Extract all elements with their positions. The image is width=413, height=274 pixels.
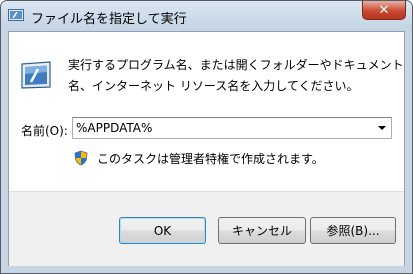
run-app-icon [8, 9, 24, 21]
chevron-down-icon[interactable] [378, 126, 386, 130]
open-combobox[interactable]: %APPDATA% [72, 117, 392, 139]
open-label: 名前(O): [21, 124, 68, 138]
run-app-icon [21, 61, 51, 89]
admin-privilege-note: このタスクは管理者特権で作成されます。 [97, 152, 324, 166]
dialog-client-area: 実行するプログラム名、または開くフォルダーやドキュメント 名、インターネット リ… [8, 31, 405, 266]
cancel-button[interactable]: キャンセル [218, 217, 306, 244]
browse-button[interactable]: 参照(B)... [310, 217, 396, 244]
close-icon: ✕ [378, 2, 390, 18]
uac-shield-icon [74, 150, 88, 166]
close-button[interactable]: ✕ [362, 1, 406, 20]
run-dialog-window: ファイル名を指定して実行 ✕ 実行するプログラム名、または開くフォルダーやドキュ… [0, 0, 413, 274]
open-input[interactable]: %APPDATA% [76, 121, 152, 135]
instructions-line-2: 名、インターネット リソース名を入力してください。 [68, 79, 359, 93]
title-bar[interactable]: ファイル名を指定して実行 ✕ [1, 1, 412, 31]
ok-button[interactable]: OK [119, 217, 206, 244]
instructions-text: 実行するプログラム名、または開くフォルダーやドキュメント 名、インターネット リ… [68, 55, 404, 97]
window-title: ファイル名を指定して実行 [31, 12, 187, 27]
instructions-line-1: 実行するプログラム名、または開くフォルダーやドキュメント [68, 58, 404, 72]
